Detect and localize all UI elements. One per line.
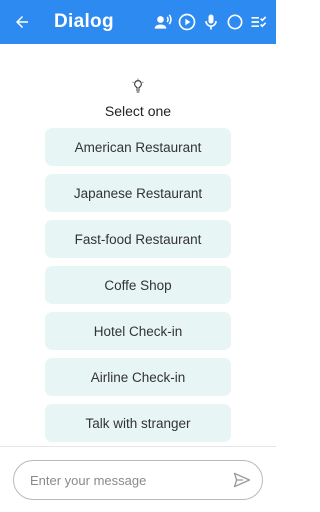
option-american-restaurant[interactable]: American Restaurant — [45, 128, 231, 166]
message-composer — [13, 460, 263, 500]
option-hotel-check-in[interactable]: Hotel Check-in — [45, 312, 231, 350]
back-button[interactable] — [0, 0, 44, 44]
option-list: American Restaurant Japanese Restaurant … — [45, 128, 231, 450]
lightbulb-icon — [132, 78, 144, 93]
prompt: Select one — [0, 78, 276, 119]
prompt-label: Select one — [104, 103, 172, 119]
microphone-button[interactable] — [199, 10, 223, 34]
arrow-left-icon — [16, 16, 28, 28]
message-input[interactable] — [30, 472, 230, 488]
option-airline-check-in[interactable]: Airline Check-in — [45, 358, 231, 396]
option-coffee-shop[interactable]: Coffe Shop — [45, 266, 231, 304]
option-fast-food-restaurant[interactable]: Fast-food Restaurant — [45, 220, 231, 258]
divider — [0, 446, 276, 447]
voice-speaker-icon — [154, 14, 172, 29]
play-button[interactable] — [175, 10, 199, 34]
circle-button[interactable] — [223, 10, 247, 34]
checklist-icon — [251, 16, 267, 28]
page-title: Dialog — [54, 11, 114, 32]
option-japanese-restaurant[interactable]: Japanese Restaurant — [45, 174, 231, 212]
send-icon — [233, 472, 251, 488]
voice-speaker-button[interactable] — [151, 10, 175, 34]
send-button[interactable] — [230, 468, 254, 492]
circle-icon — [227, 14, 243, 30]
play-circle-icon — [178, 13, 196, 31]
appbar-actions — [151, 0, 271, 44]
microphone-icon — [205, 14, 217, 30]
checklist-button[interactable] — [247, 10, 271, 34]
option-talk-with-stranger[interactable]: Talk with stranger — [45, 404, 231, 442]
app-bar: Dialog — [0, 0, 276, 44]
